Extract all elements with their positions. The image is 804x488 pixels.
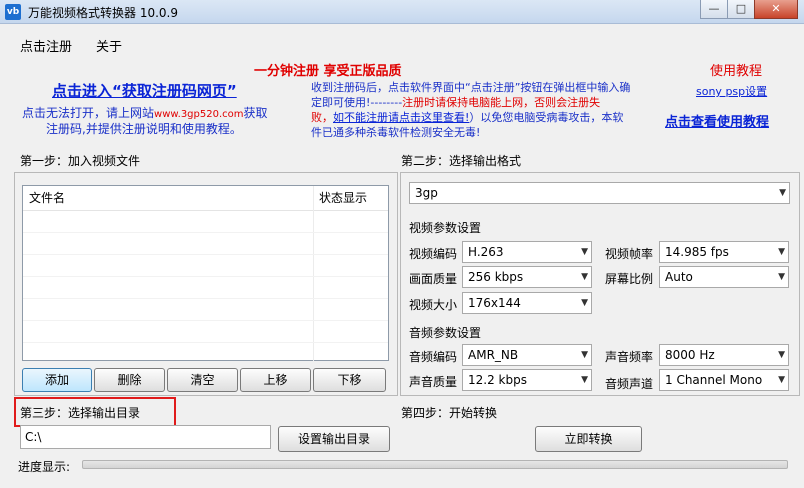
size-label: 视频大小	[409, 298, 458, 312]
file-list-header: 文件名 状态显示	[23, 186, 388, 211]
row-line	[23, 320, 388, 321]
maximize-icon: □	[735, 2, 747, 15]
column-divider	[313, 186, 314, 361]
register-info: 收到注册码后，点击软件界面中“点击注册”按钮在弹出框中输入确 定即可使用!---…	[311, 80, 661, 140]
delete-button[interactable]: 删除	[94, 368, 165, 392]
file-list[interactable]: 文件名 状态显示	[22, 185, 389, 361]
step2-label: 第二步：选择输出格式	[401, 154, 522, 168]
progress-label: 进度显示:	[18, 460, 71, 474]
aspect-label: 屏幕比例	[605, 272, 654, 286]
audio-quality-value: 12.2 kbps	[468, 373, 527, 387]
row-line	[23, 254, 388, 255]
close-icon: ✕	[771, 2, 781, 15]
frame-rate-label: 视频帧率	[605, 247, 654, 261]
frame-rate-select[interactable]: 14.985 fps ▼	[659, 241, 789, 263]
sample-rate-value: 8000 Hz	[665, 348, 715, 362]
chevron-down-icon: ▼	[778, 350, 785, 360]
move-down-button[interactable]: 下移	[313, 368, 386, 392]
title-bar[interactable]: vb 万能视频格式转换器 10.0.9 — □ ✕	[0, 0, 804, 24]
tutorial-title: 使用教程	[710, 64, 763, 79]
tutorial-link[interactable]: 点击查看使用教程	[665, 111, 769, 130]
output-dir-input[interactable]: C:\	[20, 425, 271, 449]
progress-bar	[82, 460, 788, 469]
chevron-down-icon: ▼	[778, 375, 785, 385]
audio-quality-label: 声音质量	[409, 375, 458, 389]
cannot-open-text-3: 注册码,并提供注册说明和使用教程。	[46, 122, 242, 136]
row-line	[23, 298, 388, 299]
audio-codec-label: 音频编码	[409, 350, 458, 364]
window-title: 万能视频格式转换器 10.0.9	[28, 6, 178, 20]
psp-settings-link[interactable]: sony psp设置	[696, 83, 767, 99]
register-info-line3: ）以免您电脑受病毒攻击，本软	[469, 111, 624, 124]
step1-label: 第一步：加入视频文件	[20, 154, 141, 168]
sample-rate-select[interactable]: 8000 Hz ▼	[659, 344, 789, 366]
register-help-link[interactable]: 如不能注册请点击这里查看!	[333, 111, 469, 124]
audio-codec-select[interactable]: AMR_NB ▼	[462, 344, 592, 366]
chevron-down-icon: ▼	[581, 247, 588, 257]
register-info-line1: 收到注册码后，点击软件界面中“点击注册”按钮在弹出框中输入确	[311, 81, 631, 94]
size-select[interactable]: 176x144 ▼	[462, 292, 592, 314]
quality-select[interactable]: 256 kbps ▼	[462, 266, 592, 288]
quality-label: 画面质量	[409, 272, 458, 286]
aspect-select[interactable]: Auto ▼	[659, 266, 789, 288]
cannot-open-text-1: 点击无法打开，请上网站	[22, 106, 155, 120]
site-url: www.3gp520.com	[154, 109, 244, 120]
channel-select[interactable]: 1 Channel Mono ▼	[659, 369, 789, 391]
register-info-line2: 定即可使用!--------	[311, 96, 403, 109]
aspect-value: Auto	[665, 270, 693, 284]
audio-section-label: 音频参数设置	[409, 326, 482, 340]
menu-register[interactable]: 点击注册	[20, 36, 72, 55]
get-code-link[interactable]: 点击进入“获取注册码网页”	[52, 80, 237, 101]
chevron-down-icon: ▼	[581, 350, 588, 360]
output-format-value: 3gp	[415, 186, 438, 200]
chevron-down-icon: ▼	[581, 375, 588, 385]
audio-quality-select[interactable]: 12.2 kbps ▼	[462, 369, 592, 391]
column-status[interactable]: 状态显示	[313, 186, 389, 210]
move-up-button[interactable]: 上移	[240, 368, 311, 392]
minimize-button[interactable]: —	[700, 0, 728, 19]
register-info-line4: 件已通多种杀毒软件检测安全无毒!	[311, 126, 481, 139]
chevron-down-icon: ▼	[778, 272, 785, 282]
convert-button[interactable]: 立即转换	[535, 426, 642, 452]
frame-rate-value: 14.985 fps	[665, 245, 729, 259]
size-value: 176x144	[468, 296, 521, 310]
row-line	[23, 276, 388, 277]
minimize-icon: —	[708, 2, 720, 15]
chevron-down-icon: ▼	[778, 247, 785, 257]
row-line	[23, 232, 388, 233]
sample-rate-label: 声音频率	[605, 350, 654, 364]
register-warning-2: 败，	[311, 111, 333, 124]
video-codec-label: 视频编码	[409, 247, 458, 261]
chevron-down-icon: ▼	[581, 298, 588, 308]
video-codec-value: H.263	[468, 245, 504, 259]
cannot-open-text: 点击无法打开，请上网站www.3gp520.com获取	[22, 104, 268, 121]
step3-label: 第三步：选择输出目录	[20, 406, 141, 420]
set-output-dir-button[interactable]: 设置输出目录	[278, 426, 390, 452]
add-button[interactable]: 添加	[22, 368, 92, 392]
channel-value: 1 Channel Mono	[665, 373, 763, 387]
quality-value: 256 kbps	[468, 270, 524, 284]
row-line	[23, 342, 388, 343]
cannot-open-text-2: 获取	[243, 106, 268, 120]
close-button[interactable]: ✕	[754, 0, 798, 19]
maximize-button[interactable]: □	[727, 0, 755, 19]
clear-button[interactable]: 清空	[167, 368, 238, 392]
channel-label: 音频声道	[605, 377, 654, 391]
chevron-down-icon: ▼	[581, 272, 588, 282]
chevron-down-icon: ▼	[779, 188, 786, 198]
audio-codec-value: AMR_NB	[468, 348, 519, 362]
step4-label: 第四步：开始转换	[401, 406, 498, 420]
video-codec-select[interactable]: H.263 ▼	[462, 241, 592, 263]
output-format-select[interactable]: 3gp ▼	[409, 182, 790, 204]
app-icon: vb	[5, 4, 21, 20]
menu-about[interactable]: 关于	[96, 36, 122, 55]
promo-headline: 一分钟注册 享受正版品质	[254, 64, 402, 79]
column-filename[interactable]: 文件名	[23, 186, 313, 210]
video-section-label: 视频参数设置	[409, 221, 482, 235]
register-warning-1: 注册时请保持电脑能上网，否则会注册失	[402, 96, 601, 109]
